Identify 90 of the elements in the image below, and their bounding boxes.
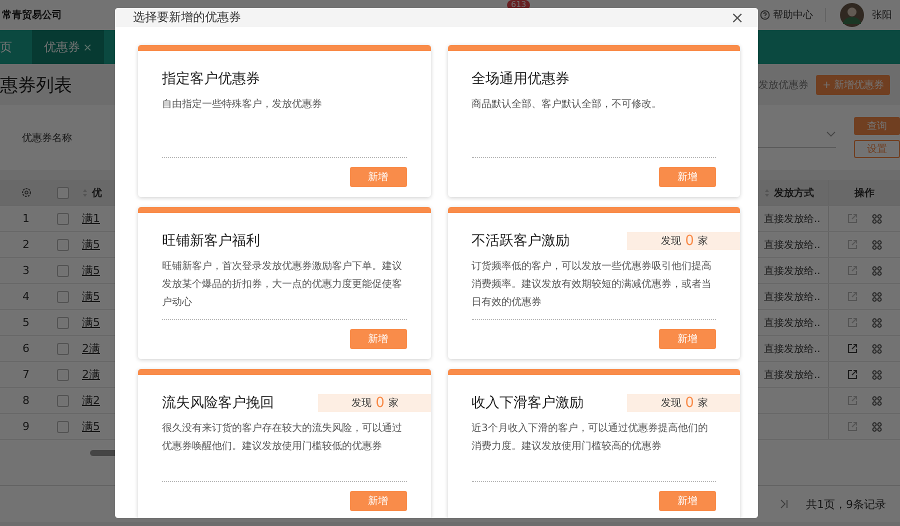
- user-name[interactable]: 张阳: [872, 8, 892, 22]
- page-title: 惠券列表: [0, 74, 72, 96]
- found-count-badge: 发现 0 家: [627, 394, 740, 412]
- close-button[interactable]: ×: [730, 8, 744, 27]
- card-description: 近3个月收入下滑的客户，可以通过优惠券提高他们的消费力度。建议发放使用门槛较高的优惠券: [472, 422, 709, 454]
- row-number: 2: [22, 238, 30, 251]
- tab[interactable]: 页: [0, 30, 32, 64]
- found-count-badge: 发现 0 家: [627, 232, 740, 250]
- add-button[interactable]: 新增: [659, 491, 716, 511]
- table-cell-text: 直接发放给..: [764, 368, 820, 382]
- coupon-link[interactable]: 满5: [82, 263, 100, 278]
- row-number: 3: [22, 264, 30, 277]
- add-button[interactable]: 新增: [659, 329, 716, 349]
- card-title: 流失风险客户挽回: [162, 394, 275, 412]
- grid-icon[interactable]: [872, 422, 882, 432]
- table-cell-text: 直接发放给..: [764, 238, 820, 252]
- row-checkbox[interactable]: [57, 212, 69, 224]
- table-cell-text: 直接发放给..: [764, 212, 820, 226]
- row-checkbox[interactable]: [57, 342, 69, 354]
- table-cell-text: 直接发放给..: [764, 290, 820, 304]
- row-checkbox[interactable]: [57, 368, 69, 380]
- close-tab-icon[interactable]: ×: [83, 40, 92, 54]
- external-link-icon[interactable]: [847, 369, 858, 380]
- settings-icon[interactable]: [20, 187, 32, 198]
- row-number: 6: [22, 342, 30, 355]
- add-button[interactable]: 新增: [659, 167, 716, 187]
- row-checkbox[interactable]: [57, 394, 69, 406]
- card-description: 很久没有来订货的客户存在较大的流失风险，可以通过优惠券唤醒他们。建议发放使用门槛较低的优惠券: [162, 422, 403, 454]
- found-count-badge: 发现 0 家: [318, 394, 430, 412]
- grid-icon[interactable]: [872, 214, 882, 224]
- caret-icon: [826, 131, 836, 137]
- column-header: 发放方式: [774, 186, 814, 200]
- settings-button[interactable]: 设置: [854, 140, 900, 158]
- add-button[interactable]: 新增: [350, 491, 406, 511]
- tab[interactable]: 优惠券 ×: [32, 30, 104, 64]
- column-header: 操作: [854, 186, 874, 200]
- help-link[interactable]: 帮助中心: [773, 8, 813, 22]
- avatar[interactable]: [840, 3, 864, 27]
- coupon-link[interactable]: 满5: [82, 237, 100, 252]
- grid-icon[interactable]: [872, 266, 882, 276]
- row-number: 7: [22, 368, 30, 381]
- grid-icon[interactable]: [872, 396, 882, 406]
- column-header: 优: [92, 186, 102, 200]
- filter-label: 优惠券名称: [22, 132, 72, 144]
- last-page-icon[interactable]: [780, 499, 788, 509]
- grid-icon[interactable]: [872, 318, 882, 328]
- coupon-link[interactable]: 满2: [82, 393, 100, 408]
- card-title: 全场通用优惠券: [472, 70, 570, 88]
- card-description: 自由指定一些特殊客户，发放优惠券: [162, 98, 323, 112]
- coupon-link[interactable]: 2满: [82, 367, 100, 382]
- row-checkbox[interactable]: [57, 420, 69, 432]
- table-cell-text: 直接发放给..: [764, 316, 820, 330]
- row-checkbox[interactable]: [57, 264, 69, 276]
- card-title: 不活跃客户激励: [472, 232, 570, 250]
- help-icon: [760, 10, 770, 20]
- card-title: 收入下滑客户激励: [472, 394, 584, 412]
- row-number: 5: [22, 316, 30, 329]
- grid-icon[interactable]: [872, 344, 882, 354]
- card-title: 指定客户优惠券: [162, 70, 261, 88]
- card-description: 旺铺新客户，首次登录发放优惠券激励客户下单。建议发放某个爆品的折扣券，大一点的优惠力度更能促使客户动心: [162, 260, 403, 310]
- add-button[interactable]: 新增: [350, 329, 406, 349]
- company-name: 常青贸易公司: [2, 8, 62, 22]
- select-all-checkbox[interactable]: [57, 186, 69, 198]
- coupon-link[interactable]: 满5: [82, 419, 100, 434]
- row-checkbox[interactable]: [57, 316, 69, 328]
- table-cell-text: 直接发放给..: [764, 342, 820, 356]
- row-number: 1: [22, 212, 30, 225]
- external-link-icon[interactable]: [847, 343, 858, 354]
- query-button[interactable]: 查询: [854, 117, 900, 135]
- coupon-link[interactable]: 满5: [82, 289, 100, 304]
- grid-icon[interactable]: [872, 292, 882, 302]
- row-number: 9: [22, 420, 30, 433]
- grid-icon[interactable]: [872, 240, 882, 250]
- card-description: 订货频率低的客户，可以发放一些优惠券吸引他们提高消费频率。建议发放有效期较短的满减优惠券，或者当日有效的优惠券: [472, 260, 712, 310]
- add-button[interactable]: 新增: [350, 167, 406, 187]
- modal-title: 选择要新增的优惠券: [133, 9, 242, 26]
- row-checkbox[interactable]: [57, 238, 69, 250]
- card-title: 旺铺新客户福利: [162, 232, 261, 250]
- coupon-link[interactable]: 满5: [82, 315, 100, 330]
- row-number: 8: [22, 394, 30, 407]
- row-number: 4: [22, 290, 30, 303]
- grid-icon[interactable]: [872, 370, 882, 380]
- page-summary: 共1页，9条记录: [806, 496, 886, 512]
- card-description: 商品默认全部、客户默认全部，不可修改。: [472, 98, 662, 112]
- row-checkbox[interactable]: [57, 290, 69, 302]
- coupon-link[interactable]: 2满: [82, 341, 100, 356]
- issue-coupon-button[interactable]: 发放优惠券: [758, 78, 808, 92]
- table-cell-text: 直接发放给..: [764, 264, 820, 278]
- add-coupon-button[interactable]: + 新增优惠券: [816, 74, 890, 94]
- coupon-link[interactable]: 满1: [82, 211, 100, 226]
